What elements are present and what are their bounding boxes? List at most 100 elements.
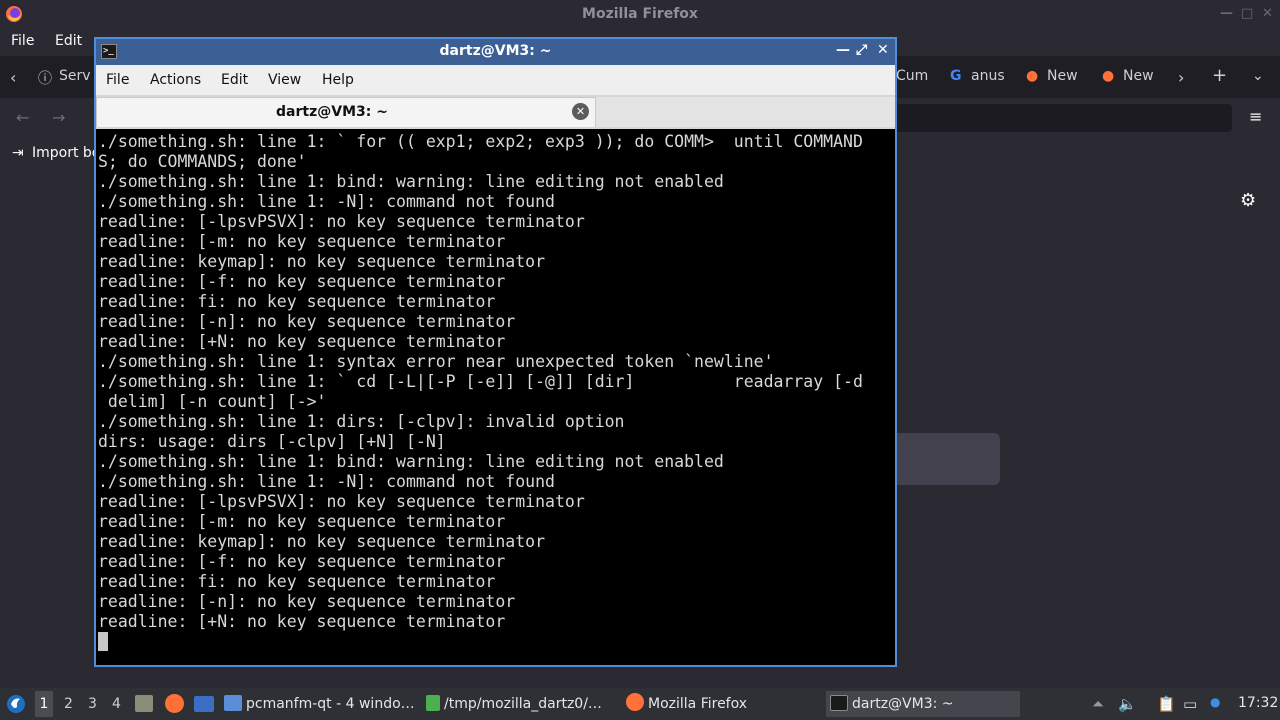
terminal-menu-view[interactable]: View — [268, 72, 301, 88]
show-desktop-icon[interactable] — [135, 695, 153, 712]
workspace-4[interactable]: 4 — [112, 696, 121, 712]
firefox-tab-5[interactable]: New — [1123, 68, 1154, 84]
terminal-output: ./something.sh: line 1: ` for (( exp1; e… — [98, 132, 888, 632]
tab-close-icon[interactable]: ✕ — [572, 103, 589, 120]
terminal-line: readline: [-m: no key sequence terminato… — [98, 512, 506, 531]
gear-icon[interactable]: ⚙ — [1240, 190, 1256, 211]
terminal-line: readline: [-m: no key sequence terminato… — [98, 232, 506, 251]
firefox-titlebar: Mozilla Firefox — □ ✕ — [0, 0, 1280, 30]
terminal-titlebar[interactable]: >_ dartz@VM3: ~ — ⤢ ✕ — [96, 39, 895, 65]
task-archive[interactable]: /tmp/mozilla_dartz0/… — [426, 691, 616, 717]
terminal-line: readline: [-lpsvPSVX]: no key sequence t… — [98, 492, 585, 511]
firefox-tab-icon: ● — [1026, 68, 1039, 84]
minimize-icon[interactable]: — — [836, 42, 850, 58]
terminal-menu-actions[interactable]: Actions — [150, 72, 201, 88]
minimize-icon[interactable]: — — [1220, 6, 1233, 21]
restore-icon[interactable]: ⤢ — [856, 42, 867, 58]
firefox-content-card[interactable] — [880, 433, 1000, 485]
terminal-line: ./something.sh: line 1: -N]: command not… — [98, 192, 555, 211]
firefox-icon — [626, 693, 644, 711]
tab-info-icon: ⓘ — [38, 71, 52, 87]
tray-up-icon[interactable]: ⏶ — [1092, 695, 1104, 713]
forward-icon[interactable]: → — [52, 108, 65, 127]
firefox-launcher-icon[interactable] — [165, 694, 184, 713]
folder-icon — [224, 695, 242, 711]
clock[interactable]: 17:32 — [1238, 695, 1278, 711]
terminal-menubar: File Actions Edit View Help — [96, 65, 895, 95]
terminal-line: readline: [+N: no key sequence terminato… — [98, 612, 506, 631]
terminal-menu-file[interactable]: File — [106, 72, 129, 88]
terminal-line: ./something.sh: line 1: ` cd [-L|[-P [-e… — [98, 372, 863, 391]
start-menu-icon[interactable] — [6, 694, 26, 714]
firefox-tab-2[interactable]: Cum — [896, 68, 928, 84]
back-icon[interactable]: ← — [16, 108, 29, 127]
terminal-line: S; do COMMANDS; done' — [98, 152, 307, 171]
terminal-line: readline: fi: no key sequence terminator — [98, 292, 496, 311]
clipboard-icon[interactable]: 📋 — [1157, 695, 1176, 713]
terminal-line: readline: [-n]: no key sequence terminat… — [98, 312, 516, 331]
terminal-cursor — [98, 632, 108, 651]
chevron-down-icon[interactable]: ⌄ — [1252, 68, 1264, 84]
file-manager-launcher-icon[interactable] — [194, 696, 214, 712]
tabs-scroll-left-icon[interactable]: ‹ — [10, 68, 16, 87]
terminal-menu-edit[interactable]: Edit — [221, 72, 248, 88]
terminal-line: ./something.sh: line 1: -N]: command not… — [98, 472, 555, 491]
terminal-window: >_ dartz@VM3: ~ — ⤢ ✕ File Actions Edit … — [94, 37, 897, 667]
workspace-1[interactable]: 1 — [35, 691, 53, 717]
import-icon: ⇥ — [12, 145, 24, 161]
taskbar: 1 2 3 4 pcmanfm-qt - 4 windo… /tmp/mozil… — [0, 688, 1280, 720]
firefox-tab-1[interactable]: Serv — [59, 68, 91, 84]
terminal-tabbar: dartz@VM3: ~ ✕ — [96, 97, 895, 127]
terminal-line: ./something.sh: line 1: dirs: [-clpv]: i… — [98, 412, 625, 431]
task-terminal[interactable]: dartz@VM3: ~ — [826, 691, 1020, 717]
terminal-line: readline: keymap]: no key sequence termi… — [98, 252, 546, 271]
task-label: Mozilla Firefox — [648, 696, 748, 712]
terminal-tab-label: dartz@VM3: ~ — [276, 104, 388, 120]
desktop: Mozilla Firefox — □ ✕ File Edit ‹ ⓘ Serv… — [0, 0, 1280, 720]
maximize-icon[interactable]: □ — [1241, 6, 1253, 21]
task-label: pcmanfm-qt - 4 windo… — [246, 696, 414, 712]
terminal-line: readline: keymap]: no key sequence termi… — [98, 532, 546, 551]
terminal-line: ./something.sh: line 1: ` for (( exp1; e… — [98, 132, 863, 151]
tabs-scroll-right-icon[interactable]: › — [1178, 68, 1184, 87]
firefox-menu-edit[interactable]: Edit — [55, 33, 82, 49]
task-label: /tmp/mozilla_dartz0/… — [444, 696, 602, 712]
terminal-line: delim] [-n count] [->' — [98, 392, 327, 411]
firefox-menu-file[interactable]: File — [11, 33, 34, 49]
google-icon: G — [950, 68, 962, 84]
network-icon[interactable]: ▭ — [1183, 695, 1197, 713]
firefox-window-title: Mozilla Firefox — [582, 6, 698, 22]
task-pcmanfm[interactable]: pcmanfm-qt - 4 windo… — [224, 691, 414, 717]
workspace-2[interactable]: 2 — [64, 696, 73, 712]
hamburger-menu-icon[interactable]: ≡ — [1249, 107, 1262, 126]
close-icon[interactable]: ✕ — [1262, 6, 1273, 21]
terminal-tab[interactable]: dartz@VM3: ~ ✕ — [96, 97, 596, 127]
firefox-tab-3[interactable]: anus — [971, 68, 1005, 84]
task-label: dartz@VM3: ~ — [852, 696, 954, 712]
url-bar[interactable] — [880, 104, 1232, 132]
terminal-line: readline: [+N: no key sequence terminato… — [98, 332, 506, 351]
close-icon[interactable]: ✕ — [877, 42, 889, 58]
import-bookmarks-link[interactable]: Import bo — [32, 145, 100, 161]
terminal-output-area[interactable]: ./something.sh: line 1: ` for (( exp1; e… — [96, 129, 895, 665]
terminal-line: ./something.sh: line 1: bind: warning: l… — [98, 452, 724, 471]
workspace-3[interactable]: 3 — [88, 696, 97, 712]
update-notifier-icon[interactable]: ● — [1210, 695, 1220, 709]
terminal-line: ./something.sh: line 1: syntax error nea… — [98, 352, 774, 371]
volume-icon[interactable]: 🔈 — [1118, 695, 1137, 713]
archive-icon — [426, 695, 440, 711]
terminal-line: readline: [-lpsvPSVX]: no key sequence t… — [98, 212, 585, 231]
terminal-line: readline: [-f: no key sequence terminato… — [98, 552, 506, 571]
new-tab-icon[interactable]: + — [1212, 65, 1227, 86]
terminal-menu-help[interactable]: Help — [322, 72, 354, 88]
firefox-tab-4[interactable]: New — [1047, 68, 1078, 84]
terminal-window-title: dartz@VM3: ~ — [439, 43, 552, 59]
terminal-line: ./something.sh: line 1: bind: warning: l… — [98, 172, 724, 191]
terminal-icon — [830, 695, 848, 711]
terminal-line: dirs: usage: dirs [-clpv] [+N] [-N] — [98, 432, 446, 451]
firefox-tab-icon: ● — [1102, 68, 1115, 84]
terminal-line: readline: fi: no key sequence terminator — [98, 572, 496, 591]
task-firefox[interactable]: Mozilla Firefox — [626, 691, 816, 717]
terminal-line: readline: [-n]: no key sequence terminat… — [98, 592, 516, 611]
terminal-line: readline: [-f: no key sequence terminato… — [98, 272, 506, 291]
